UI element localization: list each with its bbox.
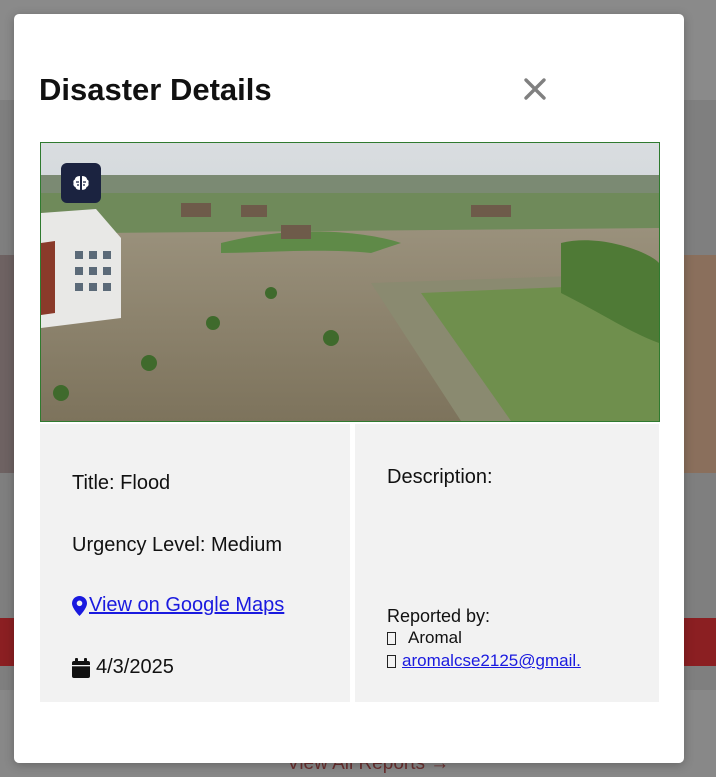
reported-by-label: Reported by: (387, 606, 491, 626)
reporter-name-row: Aromal (387, 628, 462, 648)
reporter-email-row: aromalcse2125@gmail. (387, 651, 581, 671)
details-panel: Title: Flood Urgency Level: Medium View … (40, 424, 350, 702)
description-label: Description: (387, 466, 493, 488)
background-card-right (684, 255, 716, 473)
description-panel: Description: Reported by: Aromal aromalc… (355, 424, 659, 702)
background-card-left (0, 255, 14, 473)
close-button[interactable] (519, 72, 551, 106)
google-maps-link-label: View on Google Maps (89, 594, 285, 616)
brain-icon (73, 176, 89, 190)
report-date-text: 4/3/2025 (96, 656, 174, 678)
disaster-image (40, 142, 660, 422)
urgency-level: Urgency Level: Medium (72, 534, 283, 556)
map-pin-icon (72, 595, 87, 616)
disaster-details-modal: Disaster Details Title: Flood Urgency Le… (14, 14, 684, 763)
modal-title: Disaster Details (39, 72, 272, 107)
ai-analysis-badge[interactable] (61, 163, 101, 203)
email-icon (387, 654, 396, 668)
close-icon (524, 78, 546, 100)
reporter-name: Aromal (408, 628, 462, 647)
calendar-icon (72, 657, 90, 678)
disaster-title: Title: Flood (72, 472, 171, 494)
user-icon (387, 631, 396, 645)
reporter-email-link[interactable]: aromalcse2125@gmail. (402, 651, 581, 671)
google-maps-link[interactable]: View on Google Maps (72, 594, 284, 617)
report-date: 4/3/2025 (72, 656, 174, 679)
